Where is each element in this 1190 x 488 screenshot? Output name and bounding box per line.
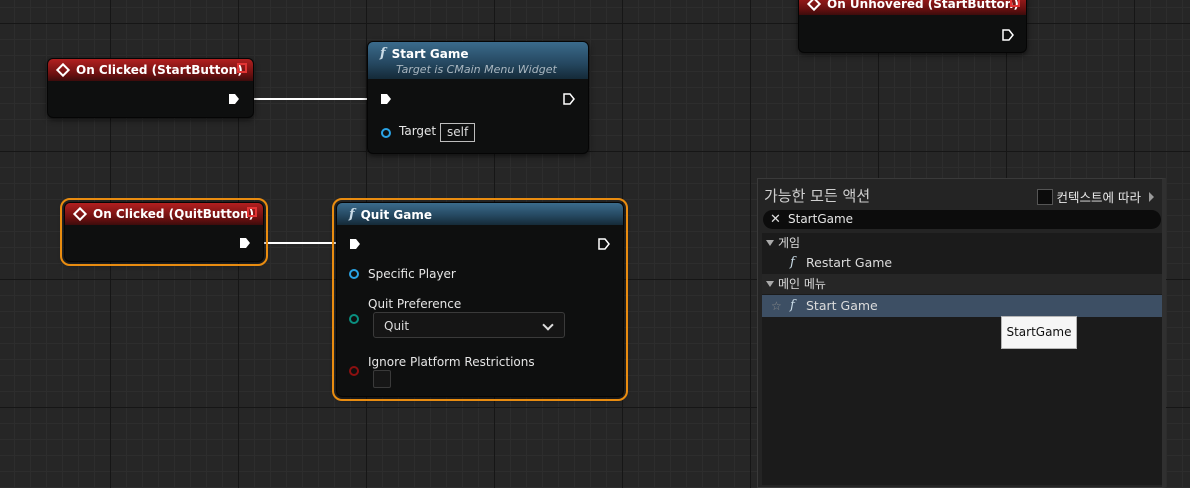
event-node-header: On Unhovered (StartButton) bbox=[799, 0, 1026, 15]
function-icon: f bbox=[349, 207, 355, 222]
function-icon: f bbox=[790, 255, 795, 270]
ignore-platform-checkbox[interactable] bbox=[373, 370, 391, 388]
category-row[interactable]: 게임 bbox=[762, 233, 1162, 253]
event-node-on-clicked-startbutton[interactable]: On Clicked (StartButton) bbox=[47, 58, 254, 118]
exec-output-pin-icon[interactable] bbox=[239, 237, 251, 249]
quit-preference-label: Quit Preference bbox=[368, 297, 462, 311]
action-menu: 가능한 모든 액션 컨텍스트에 따라 ✕ StartGame 게임 f Rest… bbox=[757, 178, 1166, 488]
target-pin-icon[interactable] bbox=[381, 128, 391, 138]
function-icon: f bbox=[380, 46, 386, 61]
specific-player-pin-icon[interactable] bbox=[349, 269, 359, 279]
expand-triangle-icon bbox=[766, 240, 774, 246]
category-row[interactable]: 메인 메뉴 bbox=[762, 274, 1162, 294]
function-node-quit-game[interactable]: f Quit Game Specific Player Quit Preferen… bbox=[332, 198, 628, 401]
function-node-subtitle: Target is CMain Menu Widget bbox=[396, 63, 557, 76]
event-node-on-unhovered-startbutton[interactable]: On Unhovered (StartButton) bbox=[798, 0, 1027, 53]
chevron-down-icon bbox=[542, 319, 554, 331]
action-item-start-game[interactable]: ☆ f Start Game bbox=[762, 295, 1162, 317]
tooltip: StartGame bbox=[1001, 316, 1077, 349]
expand-triangle-icon bbox=[766, 281, 774, 287]
exec-output-pin-icon[interactable] bbox=[598, 238, 610, 250]
quit-preference-value: Quit bbox=[384, 319, 410, 333]
delegate-pin-icon[interactable] bbox=[237, 63, 247, 73]
quit-preference-dropdown[interactable]: Quit bbox=[373, 312, 565, 338]
exec-output-pin-icon[interactable] bbox=[563, 93, 575, 105]
specific-player-label: Specific Player bbox=[368, 267, 456, 281]
action-item-restart-game[interactable]: f Restart Game bbox=[762, 252, 1162, 274]
event-icon bbox=[72, 206, 88, 222]
exec-input-pin-icon[interactable] bbox=[349, 238, 361, 250]
action-item-label: Start Game bbox=[806, 298, 878, 313]
delegate-pin-icon[interactable] bbox=[1010, 0, 1020, 7]
function-node-start-game[interactable]: f Start Game Target is CMain Menu Widget … bbox=[367, 41, 589, 154]
quit-preference-pin-icon[interactable] bbox=[349, 314, 359, 324]
context-sensitive-toggle[interactable]: 컨텍스트에 따라 bbox=[1036, 187, 1154, 206]
event-icon bbox=[55, 62, 71, 78]
function-node-header: f Start Game Target is CMain Menu Widget bbox=[368, 42, 588, 79]
category-label: 게임 bbox=[778, 236, 801, 250]
function-icon: f bbox=[790, 298, 795, 313]
event-icon bbox=[806, 0, 822, 12]
category-label: 메인 메뉴 bbox=[778, 277, 826, 291]
exec-input-pin-icon[interactable] bbox=[380, 93, 392, 105]
event-node-title: On Clicked (QuitButton) bbox=[93, 207, 255, 221]
action-menu-title: 가능한 모든 액션 bbox=[764, 187, 871, 205]
event-node-header: On Clicked (QuitButton) bbox=[65, 203, 263, 225]
event-node-header: On Clicked (StartButton) bbox=[48, 59, 253, 81]
delegate-pin-icon[interactable] bbox=[247, 207, 257, 217]
ignore-platform-pin-icon[interactable] bbox=[349, 366, 359, 376]
event-node-on-clicked-quitbutton[interactable]: On Clicked (QuitButton) bbox=[60, 198, 268, 266]
clear-icon[interactable]: ✕ bbox=[770, 210, 781, 229]
context-label: 컨텍스트에 따라 bbox=[1056, 190, 1141, 205]
event-node-title: On Clicked (StartButton) bbox=[76, 63, 243, 77]
search-input[interactable]: ✕ StartGame bbox=[763, 210, 1161, 229]
context-checkbox[interactable] bbox=[1036, 188, 1053, 205]
chevron-right-icon[interactable] bbox=[1149, 191, 1154, 202]
function-node-title: Quit Game bbox=[360, 207, 432, 222]
function-node-title: Start Game bbox=[391, 46, 469, 61]
target-value-box[interactable]: self bbox=[440, 123, 476, 142]
ignore-platform-label: Ignore Platform Restrictions bbox=[368, 355, 535, 369]
event-node-title: On Unhovered (StartButton) bbox=[827, 0, 1019, 11]
function-node-header: f Quit Game bbox=[337, 203, 623, 225]
favorite-star-icon[interactable]: ☆ bbox=[771, 295, 782, 317]
exec-output-pin-icon[interactable] bbox=[228, 93, 240, 105]
action-list: 게임 f Restart Game 메인 메뉴 ☆ f Start Game bbox=[762, 233, 1162, 485]
search-query: StartGame bbox=[788, 212, 854, 226]
action-item-label: Restart Game bbox=[806, 255, 893, 270]
target-pin-label: Target bbox=[399, 124, 437, 138]
exec-output-pin-icon[interactable] bbox=[1002, 29, 1014, 41]
